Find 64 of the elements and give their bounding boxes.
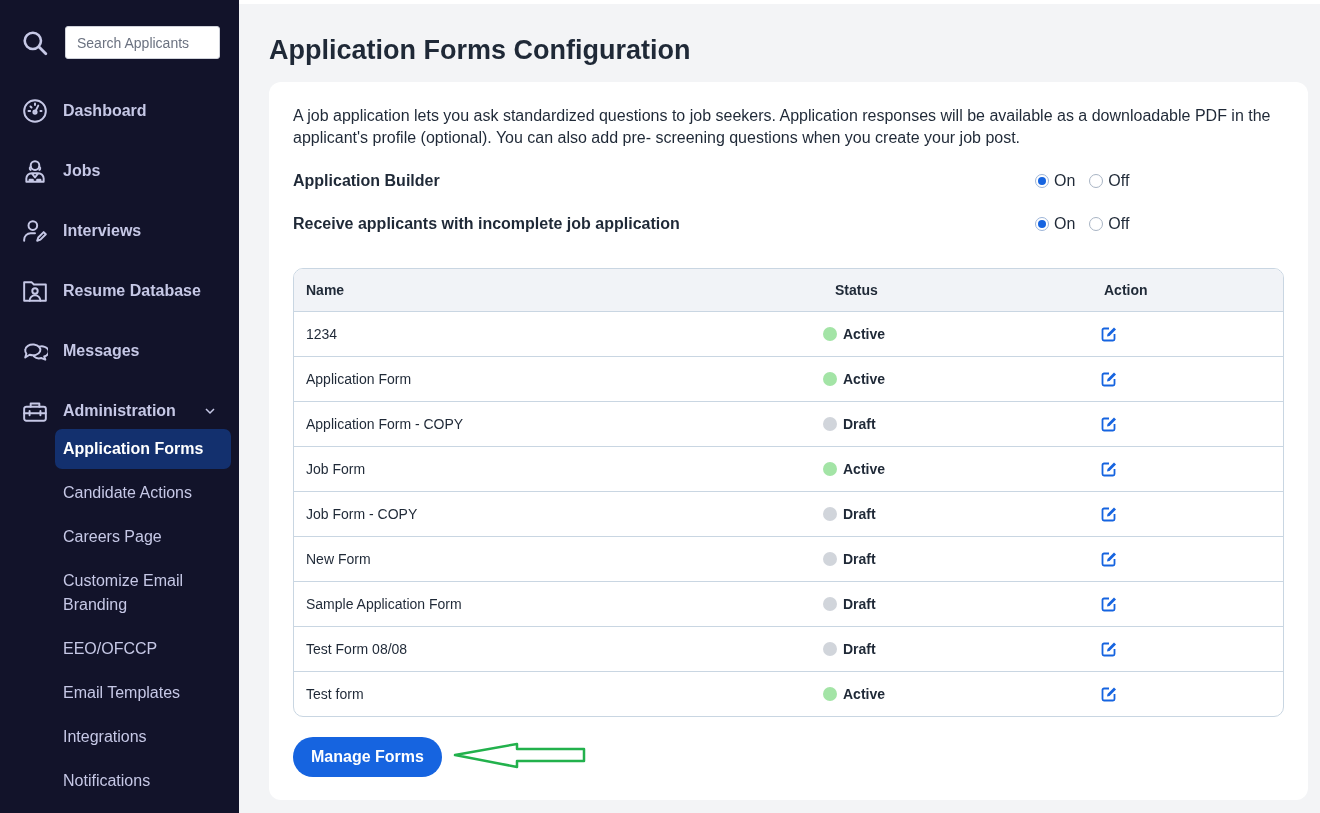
radio-label[interactable]: On [1054,214,1076,233]
description-text: A job application lets you ask standardized questions to job seekers. Application responses will be available as a downloadable PDF in the applicant's profile (optional). You can also add pre- screening questions when you create your job post. [293,106,1272,148]
edit-icon[interactable] [1101,326,1117,342]
radio-label[interactable]: On [1054,171,1076,190]
nav-subitem[interactable]: Application Forms [55,429,231,469]
nav-subitem[interactable]: Customize Email Branding [55,561,231,625]
nav-item[interactable]: Jobs [63,162,231,180]
jobs-icon[interactable] [22,158,48,184]
status-text: Active [843,461,886,477]
table-cell-text: Sample Application Form [305,596,463,612]
status-text: Draft [843,506,876,522]
edit-icon[interactable] [1101,551,1117,567]
page-title: Application Forms Configuration [269,34,692,66]
table-cell-text: New Form [305,551,372,567]
radio-button[interactable] [1089,173,1104,188]
column-header: Name [305,282,346,298]
status-text: Active [843,326,886,342]
resume-icon[interactable] [22,278,48,304]
setting-label: Application Builder [293,171,441,190]
search-icon[interactable] [22,29,48,56]
radio-label[interactable]: Off [1108,214,1130,233]
edit-icon[interactable] [1101,596,1117,612]
search-field[interactable]: Search Applicants [65,26,220,59]
edit-icon[interactable] [1101,506,1117,522]
column-header: Action [1103,282,1149,298]
table-cell-text: Job Form [305,461,367,477]
edit-icon[interactable] [1101,416,1117,432]
nav-item[interactable]: Interviews [63,222,231,240]
edit-icon[interactable] [1101,686,1117,702]
table-cell-text: Job Form - COPY [305,506,419,522]
table-cell-text: 1234 [305,326,339,342]
chevron-icon[interactable] [204,405,216,417]
nav-subitem[interactable]: Careers Page [55,517,231,557]
status-text: Active [843,371,886,387]
interviews-icon[interactable] [22,218,48,244]
edit-icon[interactable] [1101,641,1117,657]
status-text: Active [843,686,886,702]
nav-item[interactable]: Resume Database [63,282,231,300]
radio-label[interactable]: Off [1108,171,1130,190]
table-cell-text: Application Form - COPY [305,416,465,432]
nav-subitem[interactable]: EEO/OFCCP [55,629,231,669]
radio-button[interactable] [1035,173,1049,188]
table-cell-text: Test form [305,686,365,702]
status-text: Draft [843,551,876,567]
nav-item[interactable]: Dashboard [63,102,231,120]
edit-icon[interactable] [1101,461,1117,477]
column-header: Status [834,282,879,298]
table-cell-text: Test Form 08/08 [305,641,409,657]
status-text: Draft [843,641,876,657]
edit-icon[interactable] [1101,371,1117,387]
nav-subitem[interactable]: Candidate Actions [55,473,231,513]
status-text: Draft [843,596,876,612]
nav-subitem[interactable]: Integrations [55,717,231,757]
radio-button[interactable] [1089,216,1104,231]
nav-item[interactable]: Administration [63,402,204,420]
nav-item[interactable]: Messages [63,342,231,360]
nav-subitem[interactable]: Notifications [55,761,231,801]
nav-subitem[interactable]: Email Templates [55,673,231,713]
radio-button[interactable] [1035,216,1049,231]
dashboard-icon[interactable] [22,98,48,124]
status-text: Draft [843,416,876,432]
setting-label: Receive applicants with incomplete job application [293,214,681,233]
manage-forms-button[interactable]: Manage Forms [293,737,442,777]
table-cell-text: Application Form [305,371,413,387]
